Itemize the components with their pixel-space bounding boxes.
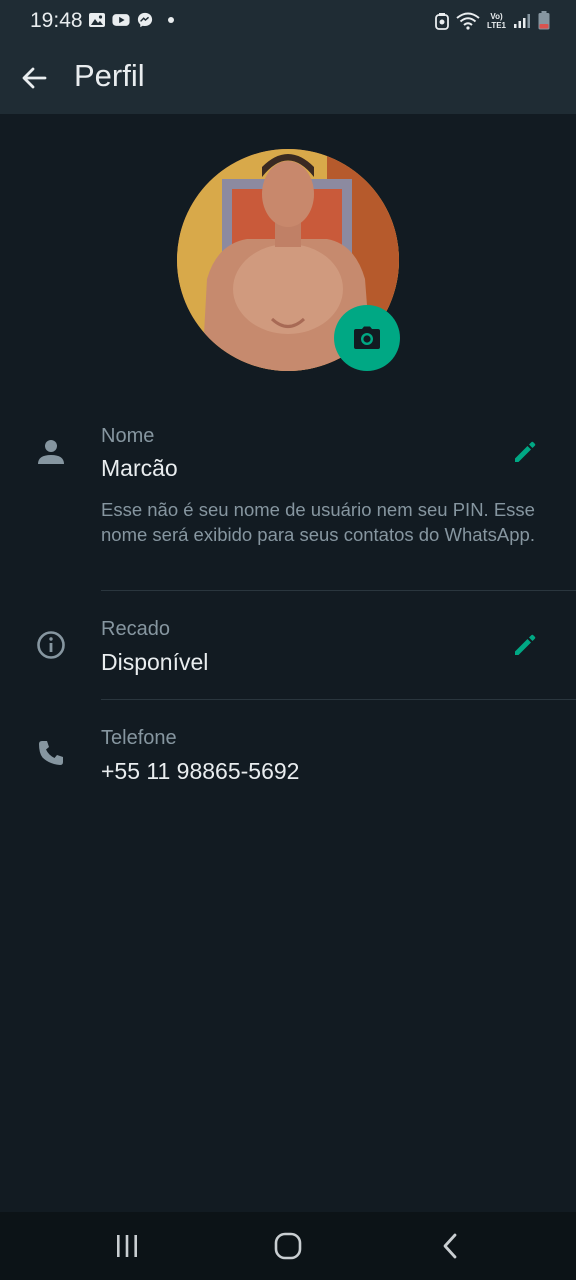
divider [101, 590, 576, 591]
status-notification-icons [88, 12, 174, 28]
change-photo-button[interactable] [334, 305, 400, 371]
divider [101, 699, 576, 700]
battery-icon [538, 11, 550, 30]
recent-apps-button[interactable] [107, 1230, 147, 1262]
app-bar: Perfil [0, 42, 576, 114]
name-row[interactable]: Nome Marcão Esse não é seu nome de usuár… [0, 415, 576, 590]
home-icon [274, 1232, 302, 1260]
person-icon [38, 440, 64, 464]
home-button[interactable] [268, 1230, 308, 1262]
back-chevron-icon [443, 1233, 457, 1259]
about-label: Recado [101, 618, 170, 640]
back-arrow-icon[interactable] [20, 64, 48, 92]
messenger-icon [137, 12, 153, 28]
recent-apps-icon [117, 1235, 137, 1257]
back-button[interactable] [430, 1230, 470, 1262]
about-value: Disponível [101, 649, 209, 675]
signal-icon [514, 13, 530, 28]
phone-row: Telefone +55 11 98865-5692 [0, 718, 576, 798]
system-nav-bar [0, 1212, 576, 1280]
phone-icon [39, 741, 63, 765]
name-value: Marcão [101, 455, 178, 481]
phone-label: Telefone [101, 727, 177, 749]
name-hint: Esse não é seu nome de usuário nem seu P… [101, 499, 535, 545]
wifi-icon [456, 12, 480, 30]
page-title: Perfil [74, 58, 145, 93]
youtube-icon [112, 14, 130, 26]
volte-icon: Vo) LTE1 [487, 11, 506, 30]
edit-about-icon[interactable] [512, 632, 538, 658]
about-row[interactable]: Recado Disponível [0, 610, 576, 700]
alarm-icon [435, 12, 449, 30]
name-label: Nome [101, 425, 155, 447]
status-time: 19:48 [30, 9, 83, 32]
phone-value: +55 11 98865-5692 [101, 758, 300, 784]
camera-icon [354, 326, 380, 349]
status-system-icons: Vo) LTE1 [435, 11, 550, 30]
gallery-icon [89, 13, 105, 27]
info-icon [37, 631, 65, 659]
status-bar: 19:48 Vo) LTE1 [0, 0, 576, 42]
edit-name-icon[interactable] [512, 439, 538, 465]
notification-dot [168, 17, 174, 23]
